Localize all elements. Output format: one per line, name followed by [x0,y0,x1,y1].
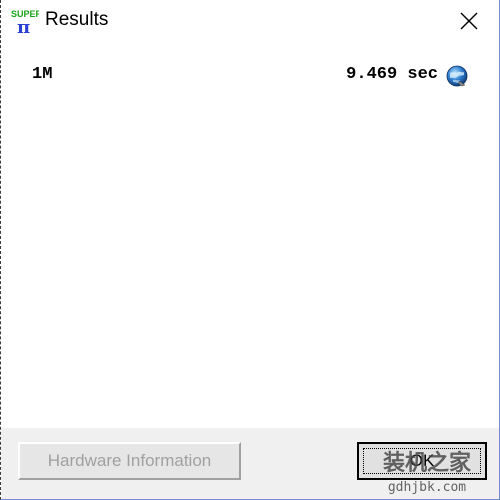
svg-text:π: π [17,17,30,34]
close-button[interactable] [449,6,489,36]
title-bar[interactable]: SUPER π Results [1,0,499,40]
close-icon [460,12,478,30]
window-title: Results [45,9,109,30]
ok-button[interactable]: OK [357,442,487,480]
hardware-information-button[interactable]: Hardware Information [18,442,241,480]
superpi-app-icon: SUPER π [11,9,39,34]
ok-button-label: OK [409,451,435,470]
dialog-footer: Hardware Information OK [1,428,499,499]
globe-icon [446,65,468,87]
results-window: SUPER π Results 1M 9.469 sec Hardware In… [0,0,500,500]
result-time: 9.469 sec [346,65,438,84]
result-row: 1M 9.469 sec [32,64,472,88]
result-label: 1M [32,65,53,84]
